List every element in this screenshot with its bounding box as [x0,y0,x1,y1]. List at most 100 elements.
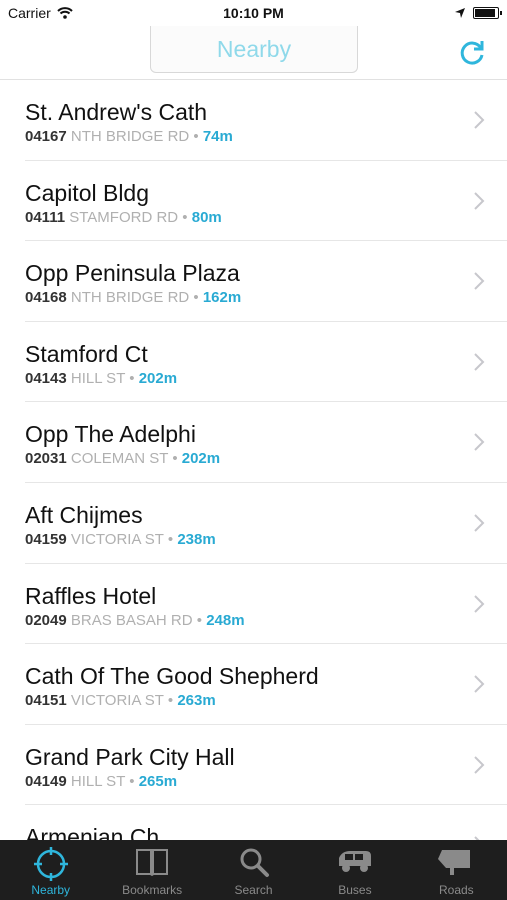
stop-road: HILL ST [70,369,126,387]
stop-distance: 202m [138,369,178,387]
stop-details: 04159 VICTORIA ST • 238m [25,531,216,548]
stop-code: 04159 [25,530,67,548]
stop-code: 02031 [25,450,67,468]
status-time: 10:10 PM [223,5,284,21]
tab-bookmarks[interactable]: Bookmarks [101,840,202,900]
stop-name: Aft Chijmes [25,501,143,528]
chevron-right-icon [474,433,485,452]
separator-dot: • [196,611,203,629]
stop-name: Armenian Ch [25,824,160,840]
stop-row[interactable]: Cath Of The Good Shepherd 04151 VICTORIA… [25,644,507,725]
stop-row[interactable]: Capitol Bldg 04111 STAMFORD RD • 80m [25,161,507,242]
chevron-right-icon [474,675,485,693]
stop-road: VICTORIA ST [70,692,164,710]
stop-details: 04167 NTH BRIDGE RD • 74m [25,128,233,145]
tab-label: Roads [438,883,474,897]
stop-code: 04111 [25,208,66,226]
separator-dot: • [129,369,135,387]
stop-name: Cath Of The Good Shepherd [25,663,319,690]
chevron-right-icon [474,594,485,613]
stop-list: St. Andrew's Cath 04167 NTH BRIDGE RD • … [0,80,507,840]
status-right [455,7,502,19]
stop-row[interactable]: Stamford Ct 04143 HILL ST • 202m [25,322,507,403]
stop-distance: 265m [138,772,178,790]
location-arrow-icon [455,8,465,18]
stop-row[interactable]: St. Andrew's Cath 04167 NTH BRIDGE RD • … [25,80,507,161]
stop-details: 04143 HILL ST • 202m [25,370,177,387]
stop-details: 02031 COLEMAN ST • 202m [25,450,220,467]
crosshair-icon [33,847,68,881]
stop-name: Capitol Bldg [25,179,150,206]
stop-details: 02049 BRAS BASAH RD • 248m [25,612,245,629]
stop-road: NTH BRIDGE RD [70,289,190,307]
tab-label: Buses [338,883,372,897]
stop-code: 04143 [25,369,67,387]
tab-bar: Nearby Bookmarks Search Buses Roads [0,840,507,900]
separator-dot: • [193,289,199,307]
nav-bar: Nearby [0,26,507,80]
tab-buses[interactable]: Buses [304,840,405,900]
stop-code: 04167 [25,128,67,145]
book-icon [136,849,169,876]
stop-road: STAMFORD RD [69,208,179,226]
stop-distance: 80m [191,208,222,226]
stop-road: BRAS BASAH RD [70,611,193,629]
stop-code: 02049 [25,611,67,629]
stop-details: 04168 NTH BRIDGE RD • 162m [25,289,241,306]
wifi-icon [57,7,73,19]
stop-details: 04149 HILL ST • 265m [25,773,177,790]
chevron-right-icon [474,272,485,290]
stop-name: Stamford Ct [25,340,148,367]
stop-distance: 238m [177,530,216,548]
stop-distance: 74m [202,128,233,145]
stop-code: 04168 [25,289,67,307]
stop-name: Opp Peninsula Plaza [25,260,240,287]
stop-row[interactable]: Aft Chijmes 04159 VICTORIA ST • 238m [25,483,507,564]
stop-road: COLEMAN ST [70,450,169,468]
tab-label: Bookmarks [122,883,183,897]
stop-name: Opp The Adelphi [25,421,196,448]
chevron-right-icon [474,111,485,129]
status-left: Carrier [8,5,73,21]
chevron-right-icon [474,756,485,774]
stop-row[interactable]: Opp The Adelphi 02031 COLEMAN ST • 202m [25,402,507,483]
separator-dot: • [167,692,174,710]
road-sign-icon [438,850,471,875]
magnifier-icon [240,848,269,877]
chevron-right-icon [474,353,485,371]
status-bar: Carrier 10:10 PM [0,0,507,26]
stop-row[interactable]: Grand Park City Hall 04149 HILL ST • 265… [25,725,507,806]
stop-code: 04149 [25,772,67,790]
stop-code: 04151 [25,692,67,710]
stop-road: NTH BRIDGE RD [70,128,190,145]
stop-details: 04151 VICTORIA ST • 263m [25,692,216,709]
tab-label: Search [234,883,273,897]
chevron-right-icon [474,191,485,210]
chevron-right-icon [474,514,485,532]
stop-distance: 202m [181,450,221,468]
separator-dot: • [167,530,174,548]
separator-dot: • [182,208,188,226]
tab-label: Nearby [31,883,71,897]
stop-row[interactable]: Raffles Hotel 02049 BRAS BASAH RD • 248m [25,564,507,645]
separator-dot: • [129,772,135,790]
stop-row[interactable]: Armenian Ch [25,805,507,840]
stop-distance: 162m [202,289,242,307]
stop-details: 04111 STAMFORD RD • 80m [25,209,222,226]
stop-road: VICTORIA ST [70,530,164,548]
tab-roads[interactable]: Roads [406,840,507,900]
separator-dot: • [172,450,178,468]
stop-row[interactable]: Opp Peninsula Plaza 04168 NTH BRIDGE RD … [25,241,507,322]
separator-dot: • [193,128,199,145]
tab-search[interactable]: Search [203,840,304,900]
stop-distance: 263m [177,692,216,710]
nav-title: Nearby [150,26,358,73]
stop-road: HILL ST [70,772,126,790]
bus-icon [338,851,371,872]
carrier-label: Carrier [8,5,51,21]
stop-name: St. Andrew's Cath [25,99,208,125]
battery-icon [473,7,502,19]
refresh-icon[interactable] [457,38,487,68]
tab-nearby[interactable]: Nearby [0,840,101,900]
stop-name: Raffles Hotel [25,582,157,609]
